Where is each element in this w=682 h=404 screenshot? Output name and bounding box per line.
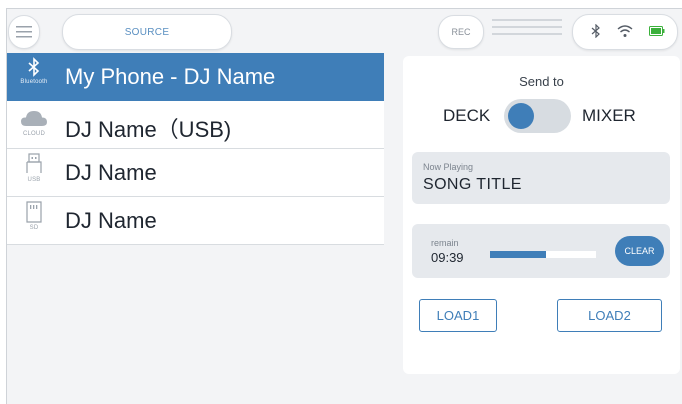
source-name: My Phone - DJ Name [65, 64, 276, 89]
source-item-sd[interactable]: SD DJ Name [7, 197, 384, 245]
source-name: DJ Name [65, 208, 157, 233]
progress-fill [490, 251, 547, 258]
hamburger-icon [16, 26, 32, 38]
source-button[interactable]: SOURCE [62, 14, 232, 50]
load1-button[interactable]: LOAD1 [419, 299, 497, 332]
now-playing-box: Now Playing SONG TITLE [412, 152, 670, 204]
deck-panel: Send to DECK MIXER Now Playing SONG TITL… [403, 56, 680, 374]
remain-label: remain [431, 238, 459, 248]
toggle-knob [508, 103, 534, 129]
remain-progress-bar [490, 251, 596, 258]
source-list: Bluetooth My Phone - DJ Name CLOUD DJ Na… [7, 53, 384, 245]
mixer-label: MIXER [582, 106, 636, 125]
remain-time: 09:39 [431, 250, 464, 265]
now-playing-label: Now Playing [423, 162, 474, 172]
battery-icon [649, 26, 665, 36]
menu-button[interactable] [8, 15, 40, 49]
clear-button[interactable]: CLEAR [615, 236, 664, 266]
remain-box: remain 09:39 CLEAR [412, 224, 670, 278]
load2-button[interactable]: LOAD2 [557, 299, 662, 332]
wifi-icon [617, 25, 633, 37]
deck-label: DECK [443, 106, 491, 125]
source-item-usb[interactable]: USB DJ Name [7, 149, 384, 197]
source-item-cloud[interactable]: CLOUD DJ Name（USB) [7, 101, 384, 149]
bluetooth-icon [28, 57, 40, 77]
deck-mixer-toggle[interactable] [504, 99, 571, 133]
status-bar [572, 14, 678, 50]
source-name: DJ Name（USB) [65, 117, 232, 142]
rec-level-meter [492, 19, 562, 41]
source-caption: Bluetooth [20, 79, 48, 85]
rec-button[interactable]: REC [438, 15, 484, 49]
source-item-bluetooth[interactable]: Bluetooth My Phone - DJ Name [7, 53, 384, 101]
send-to-label: Send to [519, 74, 564, 89]
sd-card-icon [26, 201, 42, 223]
cloud-icon [21, 111, 47, 126]
source-caption: USB [27, 177, 41, 183]
source-name: DJ Name [65, 160, 157, 185]
usb-icon [26, 153, 42, 173]
bluetooth-status-icon [591, 24, 600, 38]
source-caption: CLOUD [22, 131, 45, 137]
source-caption: SD [29, 225, 39, 231]
song-title: SONG TITLE [423, 176, 522, 193]
